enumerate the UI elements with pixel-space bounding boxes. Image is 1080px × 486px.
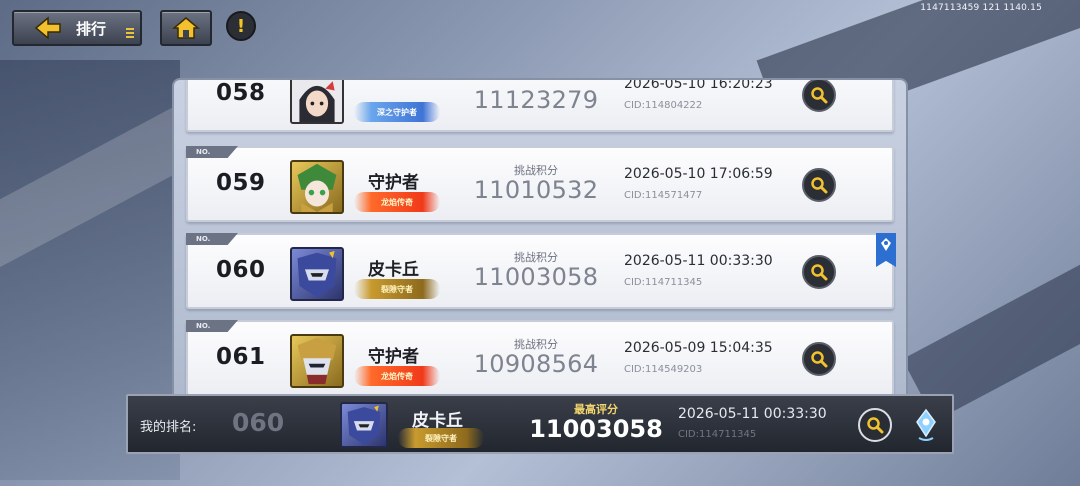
search-icon: [811, 177, 828, 194]
my-title-badge: 裂隙守者: [398, 428, 484, 448]
search-button[interactable]: [802, 168, 836, 202]
search-button[interactable]: [802, 342, 836, 376]
my-rank-bar: 我的排名: 060 皮卡丘 裂隙守者 最高评分 11003058 2026-05…: [126, 394, 954, 454]
player-name: 守护者: [368, 347, 419, 367]
alert-icon[interactable]: !: [226, 11, 256, 41]
player-avatar: [290, 160, 344, 214]
ranking-row[interactable]: 058 深之守护者 11123279 2026-05-10 16:20:23 C…: [186, 78, 894, 132]
home-button[interactable]: [160, 10, 212, 46]
my-cid: CID:114711345: [678, 429, 757, 440]
my-search-button[interactable]: [858, 408, 892, 442]
ranking-list-panel[interactable]: 058 深之守护者 11123279 2026-05-10 16:20:23 C…: [172, 78, 908, 408]
challenge-score: 10908564: [473, 350, 599, 378]
record-date: 2026-05-10 16:20:23: [624, 78, 773, 92]
player-title-badge: 龙焰传奇: [354, 192, 440, 212]
rank-tag: NO.: [186, 320, 238, 332]
my-avatar: [340, 402, 388, 448]
location-icon[interactable]: [914, 408, 938, 442]
player-title-badge: 龙焰传奇: [354, 366, 440, 386]
record-date: 2026-05-09 15:04:35: [624, 340, 773, 356]
decoration-dots: [126, 28, 134, 40]
player-title-badge: 裂隙守者: [354, 279, 440, 299]
background-stripe: [902, 208, 1080, 422]
challenge-score: 11010532: [473, 176, 599, 204]
player-cid: CID:114571477: [624, 190, 703, 201]
home-icon: [172, 17, 200, 39]
rank-tag: NO.: [186, 233, 238, 245]
search-icon: [867, 417, 884, 434]
challenge-score: 11123279: [473, 86, 599, 114]
challenge-score: 11003058: [473, 263, 599, 291]
player-cid: CID:114711345: [624, 277, 703, 288]
player-avatar: [290, 80, 344, 124]
player-avatar: [290, 334, 344, 388]
search-icon: [811, 87, 828, 104]
rank-number: 059: [216, 170, 266, 196]
search-icon: [811, 264, 828, 281]
search-button[interactable]: [802, 255, 836, 289]
ranking-row[interactable]: NO. 059 守护者 龙焰传奇 挑战积分 11010532 2026-05-1…: [186, 146, 894, 222]
player-id-text: 1147113459 121 1140.15: [920, 3, 1042, 13]
rank-number: 061: [216, 344, 266, 370]
player-avatar: [290, 247, 344, 301]
rank-number: 060: [216, 257, 266, 283]
player-name: 皮卡丘: [368, 260, 419, 280]
rank-tag: NO.: [186, 146, 238, 158]
best-score: 11003058: [529, 415, 663, 443]
player-cid: CID:114804222: [624, 100, 703, 111]
back-button[interactable]: 排行: [12, 10, 142, 46]
page-title: 排行: [76, 19, 107, 38]
rank-number: 058: [216, 80, 266, 106]
bookmark-icon: [876, 233, 896, 267]
ranking-row[interactable]: NO. 061 守护者 龙焰传奇 挑战积分 10908564 2026-05-0…: [186, 320, 894, 396]
search-icon: [811, 351, 828, 368]
my-record-date: 2026-05-11 00:33:30: [678, 406, 827, 422]
my-rank-label: 我的排名:: [140, 420, 197, 435]
record-date: 2026-05-11 00:33:30: [624, 253, 773, 269]
back-arrow-icon: [34, 16, 61, 40]
record-date: 2026-05-10 17:06:59: [624, 166, 773, 182]
player-name: 守护者: [368, 173, 419, 193]
player-title-badge: 深之守护者: [354, 102, 440, 122]
player-cid: CID:114549203: [624, 364, 703, 375]
ranking-row-self[interactable]: NO. 060 皮卡丘 裂隙守者 挑战积分 11003058 2026-05-1…: [186, 233, 896, 309]
search-button[interactable]: [802, 80, 836, 112]
my-rank-number: 060: [232, 408, 285, 437]
